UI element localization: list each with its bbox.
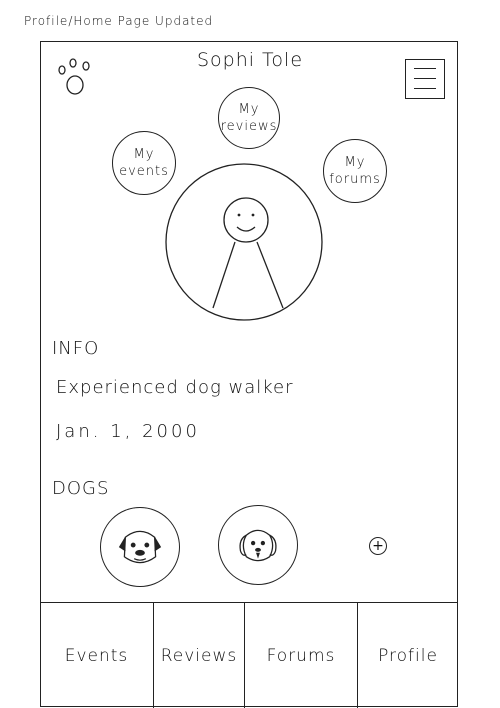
dogs-heading: DOGS: [52, 478, 110, 499]
bio-text: Experienced dog walker: [56, 377, 294, 398]
paw-icon[interactable]: [54, 55, 96, 97]
birth-date: Jan. 1, 2000: [56, 421, 200, 442]
dog-avatar-fluffy[interactable]: [218, 505, 298, 585]
tab-reviews[interactable]: Reviews: [154, 603, 244, 708]
tab-events[interactable]: Events: [40, 603, 153, 708]
tab-profile[interactable]: Profile: [358, 603, 458, 708]
my-forums-button[interactable]: My forums: [323, 139, 387, 203]
tab-forums[interactable]: Forums: [245, 603, 357, 708]
dog-avatar-pug[interactable]: [100, 507, 180, 587]
add-dog-button[interactable]: +: [369, 537, 387, 555]
fluffy-dog-icon: [239, 529, 277, 562]
plus-icon: +: [372, 538, 384, 554]
info-heading: INFO: [52, 338, 100, 359]
profile-name: Sophi Tole: [196, 49, 304, 71]
my-reviews-button[interactable]: My reviews: [218, 87, 280, 149]
pug-dog-icon: [118, 530, 162, 564]
avatar[interactable]: [165, 163, 323, 321]
bottom-nav: Events Reviews Forums Profile: [40, 602, 458, 708]
hamburger-menu-icon[interactable]: [405, 59, 445, 99]
sketch-caption: Profile/Home Page Updated: [24, 14, 214, 28]
